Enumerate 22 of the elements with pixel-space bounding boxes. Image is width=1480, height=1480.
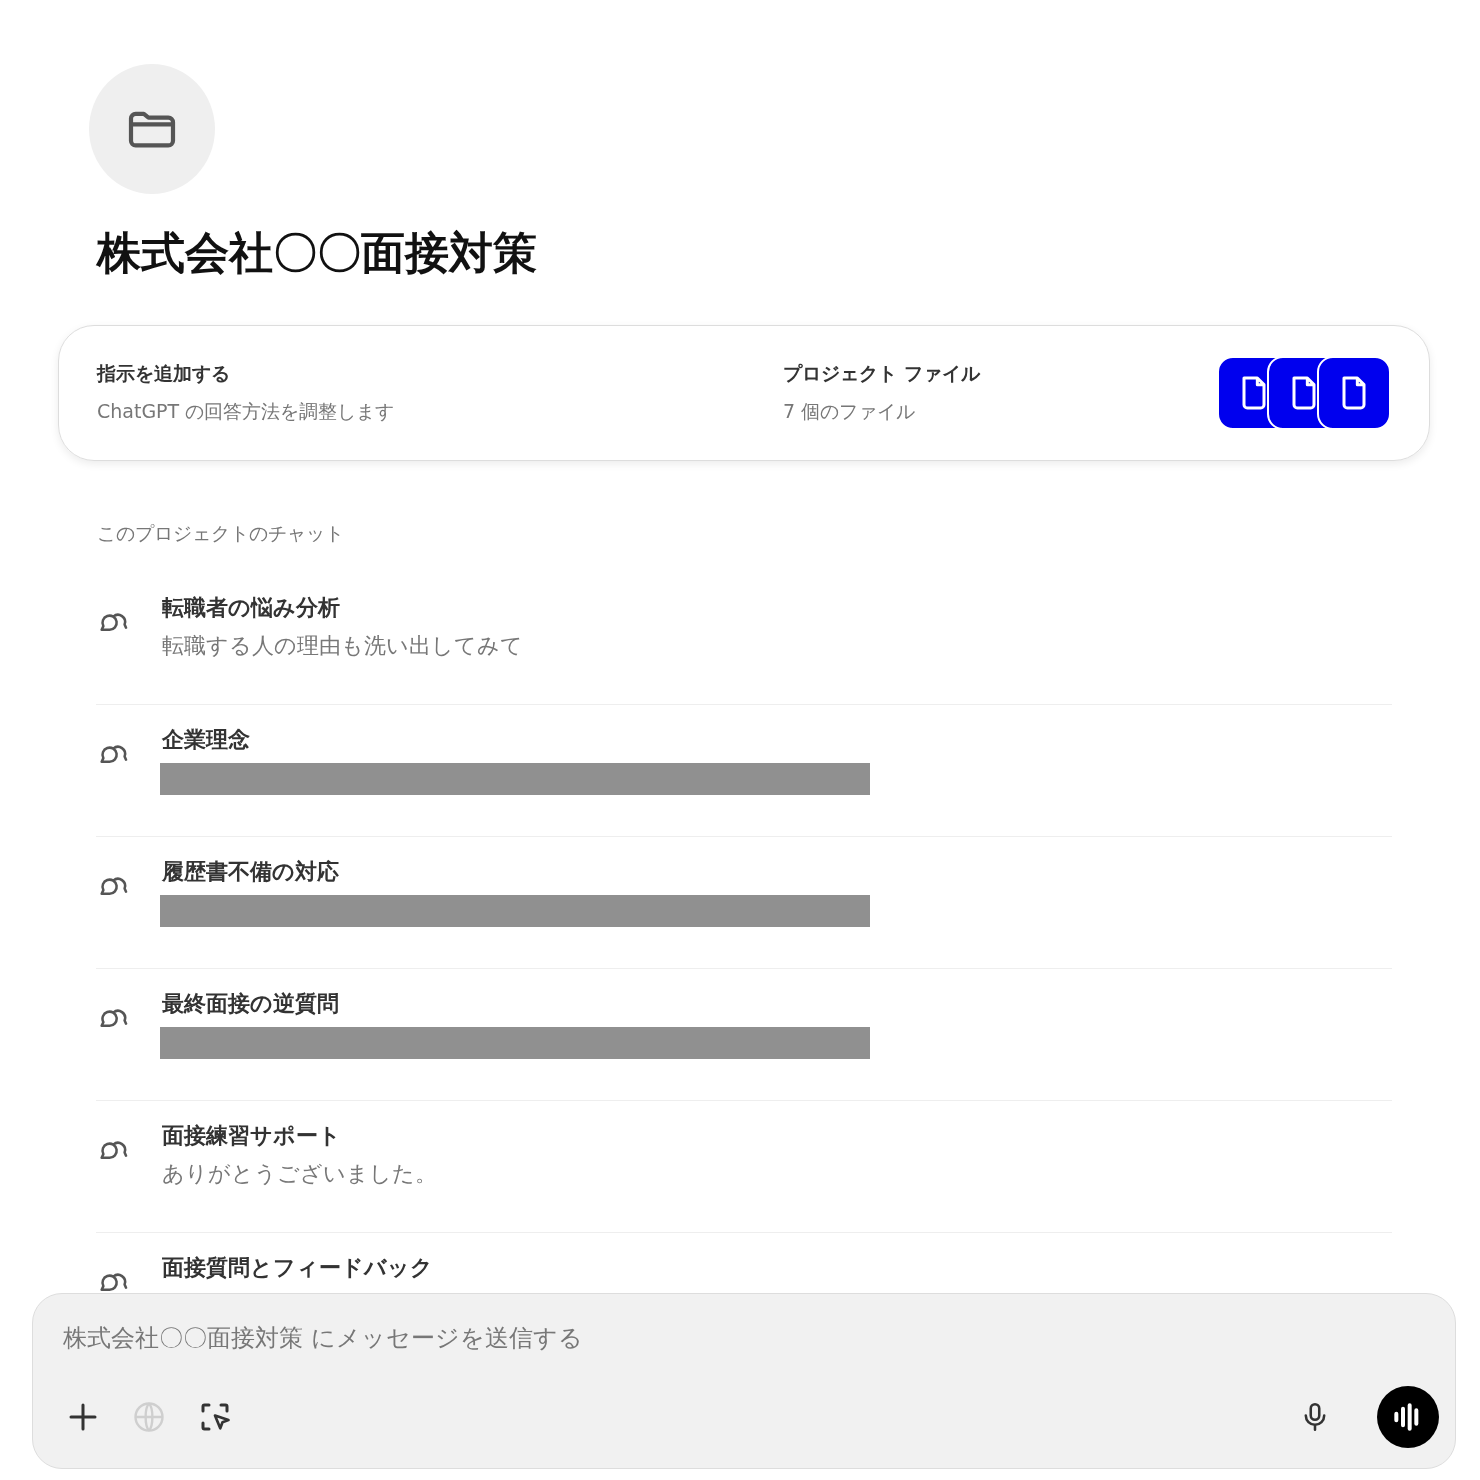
file-icons-drawing[interactable] — [1217, 356, 1391, 430]
message-input[interactable]: 株式会社〇〇面接対策 にメッセージを送信する — [63, 1324, 1439, 1352]
file-count: 7 個のファイル — [783, 399, 917, 424]
chat-preview: ありがとうございました。 — [162, 1160, 437, 1188]
chat-title: 企業理念 — [162, 726, 251, 754]
section-heading: このプロジェクトのチャット — [97, 521, 345, 546]
globe-icon — [131, 1399, 167, 1435]
chat-title: 履歴書不備の対応 — [162, 858, 340, 886]
chat-title: 転職者の悩み分析 — [162, 594, 341, 622]
chat-title: 面接質問とフィードバック — [162, 1254, 433, 1282]
instructions-hint: ChatGPT の回答方法を調整します — [97, 399, 396, 424]
chat-item[interactable]: 転職者の悩み分析 転職する人の理由も洗い出してみて — [96, 573, 1392, 705]
chat-item[interactable]: 履歴書不備の対応 — [96, 837, 1392, 969]
chat-title: 最終面接の逆質問 — [162, 990, 340, 1018]
project-files-link[interactable]: プロジェクト ファイル — [783, 361, 980, 387]
chat-item[interactable]: 最終面接の逆質問 — [96, 969, 1392, 1101]
chat-preview: 転職する人の理由も洗い出してみて — [162, 632, 523, 660]
project-title: 株式会社〇〇面接対策 — [97, 226, 538, 280]
instructions-link[interactable]: 指示を追加する — [97, 361, 783, 387]
chat-title: 面接練習サポート — [162, 1122, 342, 1150]
chat-item[interactable]: 企業理念 — [96, 705, 1392, 837]
chat-item[interactable]: 面接練習サポート ありがとうございました。 — [96, 1101, 1392, 1233]
